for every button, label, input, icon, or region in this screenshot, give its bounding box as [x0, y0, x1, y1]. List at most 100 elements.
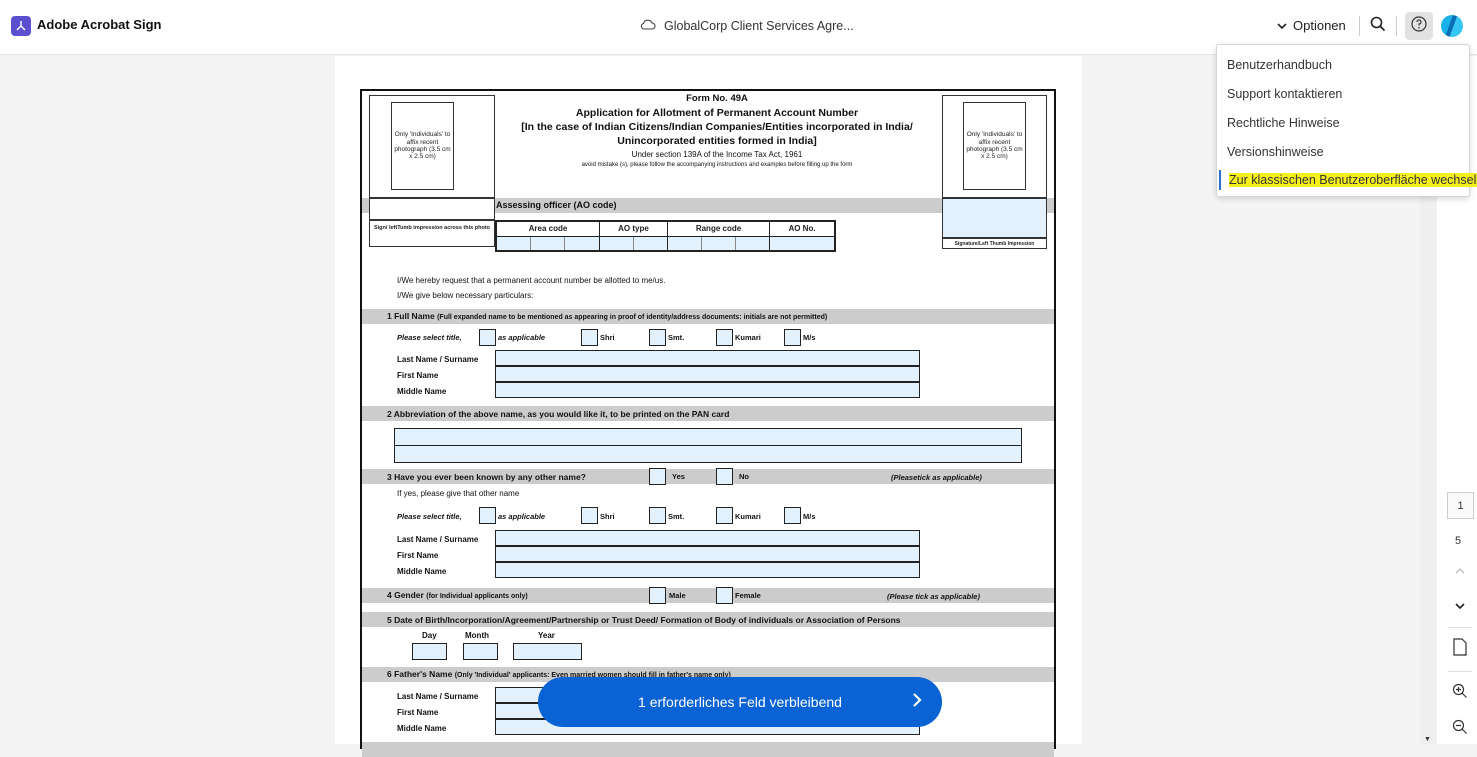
middle-name-field[interactable]: [495, 382, 920, 398]
father-last-name-label: Last Name / Surname: [397, 692, 479, 701]
title-checkbox[interactable]: [479, 329, 496, 346]
required-fields-button[interactable]: 1 erforderliches Feld verbleibend: [538, 677, 942, 727]
no-label: No: [739, 472, 749, 481]
chevron-down-icon: [1277, 18, 1287, 33]
chevron-up-icon: [1455, 561, 1465, 579]
form-subtitle-1: [In the case of Indian Citizens/Indian C…: [521, 121, 913, 133]
avatar[interactable]: [1441, 15, 1463, 37]
abbreviation-field-1[interactable]: [394, 428, 1022, 446]
female-checkbox[interactable]: [716, 587, 733, 604]
shri-checkbox[interactable]: [581, 329, 598, 346]
photo-placeholder-left: Only 'Individuals' to affix recent photo…: [391, 102, 454, 190]
other-first-name-field[interactable]: [495, 546, 920, 562]
menu-item-contact-support[interactable]: Support kontaktieren: [1227, 87, 1342, 101]
ao-cell[interactable]: [600, 237, 634, 250]
section-5-title: 5 Date of Birth/Incorporation/Agreement/…: [387, 615, 901, 625]
menu-item-release-notes[interactable]: Versionshinweise: [1227, 145, 1324, 159]
smt-checkbox[interactable]: [649, 507, 666, 524]
current-page-input[interactable]: 1: [1447, 492, 1474, 519]
chevron-right-icon: [912, 691, 922, 712]
male-checkbox[interactable]: [649, 587, 666, 604]
photo-box-left: Only 'Individuals' to affix recent photo…: [369, 95, 495, 198]
last-name-field[interactable]: [495, 350, 920, 366]
kumari-label: Kumari: [735, 512, 761, 521]
section-2-title: 2 Abbreviation of the above name, as you…: [387, 409, 730, 419]
ao-cell[interactable]: [634, 237, 668, 250]
section-3-title: 3 Have you ever been known by any other …: [387, 472, 586, 482]
ao-cell[interactable]: [497, 237, 531, 250]
shri-label: Shri: [600, 333, 615, 342]
ms-checkbox[interactable]: [784, 329, 801, 346]
sign-area-left[interactable]: [369, 198, 495, 220]
other-last-name-field[interactable]: [495, 530, 920, 546]
dob-day-field[interactable]: [412, 643, 447, 660]
required-fields-label: 1 erforderliches Feld verbleibend: [638, 694, 842, 710]
zoom-out-icon: [1452, 719, 1468, 740]
title-prompt: Please select title,: [397, 512, 462, 521]
app-name: Adobe Acrobat Sign: [37, 17, 162, 32]
kumari-checkbox[interactable]: [716, 329, 733, 346]
ao-cell[interactable]: [702, 237, 736, 250]
tick-note: (Please tick as applicable): [887, 592, 980, 601]
document-title[interactable]: GlobalCorp Client Services Agre...: [640, 18, 854, 33]
ms-checkbox[interactable]: [784, 507, 801, 524]
title-checkbox[interactable]: [479, 507, 496, 524]
other-name-yes-checkbox[interactable]: [649, 468, 666, 485]
photo-box-right: Only 'Individuals' to affix recent photo…: [942, 95, 1047, 198]
sign-label-right: Signature/Left Thumb Impression: [942, 238, 1047, 249]
smt-checkbox[interactable]: [649, 329, 666, 346]
options-dropdown[interactable]: Optionen: [1277, 18, 1346, 33]
ao-cell[interactable]: [736, 237, 770, 250]
smt-label: Smt.: [668, 333, 685, 342]
dob-year-field[interactable]: [513, 643, 582, 660]
gray-band: [362, 198, 369, 213]
middle-name-label: Middle Name: [397, 387, 447, 396]
shri-checkbox[interactable]: [581, 507, 598, 524]
ao-col-ao-no: AO No.: [788, 224, 816, 233]
shri-label: Shri: [600, 512, 615, 521]
document-title-text: GlobalCorp Client Services Agre...: [664, 18, 854, 33]
title-option-label: as applicable: [498, 512, 546, 521]
yes-label: Yes: [672, 472, 685, 481]
sign-label-left: Sign/ leftTumb impression across this ph…: [369, 220, 495, 247]
scroll-down-arrow-icon[interactable]: ▼: [1424, 736, 1431, 743]
zoom-out-button[interactable]: [1450, 719, 1470, 739]
kumari-checkbox[interactable]: [716, 507, 733, 524]
cloud-icon: [640, 18, 656, 33]
divider: [1448, 627, 1472, 628]
menu-item-legal-notices[interactable]: Rechtliche Hinweise: [1227, 116, 1340, 130]
ao-cell[interactable]: [770, 237, 834, 250]
menu-item-label: Zur klassischen Benutzeroberfläche wechs…: [1229, 173, 1477, 187]
signature-field-right[interactable]: [942, 198, 1047, 238]
ao-cell[interactable]: [531, 237, 565, 250]
ao-cell[interactable]: [668, 237, 702, 250]
last-name-label: Last Name / Surname: [397, 535, 479, 544]
title-prompt: Please select title,: [397, 333, 462, 342]
ao-col-area-code: Area code: [497, 222, 600, 236]
father-first-name-label: First Name: [397, 708, 439, 717]
ao-heading: Assessing officer (AO code): [496, 200, 617, 210]
title-option-label: as applicable: [498, 333, 546, 342]
month-label: Month: [465, 631, 489, 640]
other-name-no-checkbox[interactable]: [716, 468, 733, 485]
page-view-button[interactable]: [1450, 637, 1470, 659]
first-name-field[interactable]: [495, 366, 920, 382]
zoom-in-button[interactable]: [1450, 683, 1470, 703]
divider: [1396, 16, 1397, 36]
next-page-button[interactable]: [1450, 595, 1470, 615]
other-middle-name-field[interactable]: [495, 562, 920, 578]
female-label: Female: [735, 591, 761, 600]
middle-name-label: Middle Name: [397, 567, 447, 576]
year-label: Year: [538, 631, 555, 640]
dob-month-field[interactable]: [463, 643, 498, 660]
ms-label: M/s: [803, 512, 816, 521]
ao-cell[interactable]: [565, 237, 600, 250]
abbreviation-field-2[interactable]: [394, 445, 1022, 463]
ao-code-table: Area code AO type Range code AO No.: [495, 220, 836, 252]
menu-item-switch-classic-ui[interactable]: Zur klassischen Benutzeroberfläche wechs…: [1219, 170, 1477, 190]
previous-page-button[interactable]: [1450, 560, 1470, 580]
menu-item-user-guide[interactable]: Benutzerhandbuch: [1227, 58, 1332, 72]
help-button[interactable]: [1405, 12, 1433, 40]
options-label: Optionen: [1293, 18, 1346, 33]
search-button[interactable]: [1368, 16, 1388, 36]
